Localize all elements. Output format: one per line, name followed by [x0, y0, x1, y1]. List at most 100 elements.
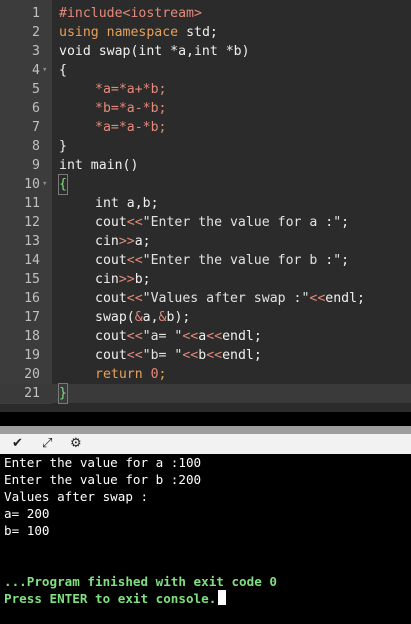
expand-icon[interactable]: ⤢ [42, 436, 52, 451]
line-number: 16 [24, 291, 40, 306]
string-literal: "Values after swap :" [142, 291, 310, 306]
line-number: 8 [32, 139, 40, 154]
code-line-10: 10 ▾ { [0, 174, 411, 195]
fold-toggle-icon[interactable]: ▾ [42, 175, 47, 194]
code-text: cin [95, 234, 119, 249]
console-line: Enter the value for a :100 [4, 455, 202, 470]
preprocessor-directive: #include [59, 6, 123, 21]
line-number: 20 [24, 367, 40, 382]
line-number: 21 [24, 386, 40, 401]
code-line-11: 11 int a,b; [0, 194, 411, 213]
code-text: { [59, 63, 67, 78]
code-text: std; [178, 25, 218, 40]
code-text: b [198, 348, 207, 363]
code-text: ; [158, 367, 167, 382]
keyword-using: using [59, 25, 99, 40]
code-text: *a=*a-*b; [95, 120, 167, 135]
code-text: cout [95, 215, 127, 230]
keyword-return: return [95, 367, 143, 382]
operator: << [309, 291, 326, 306]
exit-status-line: ...Program finished with exit code 0 [4, 574, 277, 589]
line-number: 11 [24, 196, 40, 211]
code-line-1: 1 #include<iostream> [0, 4, 411, 23]
operator: << [126, 329, 143, 344]
code-line-4: 4 ▾ { [0, 61, 411, 80]
code-editor[interactable]: 1 #include<iostream> 2 using namespace std… [0, 0, 411, 412]
operator: << [126, 215, 143, 230]
code-line-7: 7 *a=*a-*b; [0, 118, 411, 137]
code-text: endl; [222, 329, 262, 344]
code-line-12: 12 cout<<"Enter the value for a :"; [0, 213, 411, 232]
debug-icon[interactable]: ⚙ [70, 436, 82, 451]
code-line-6: 6 *b=*a-*b; [0, 99, 411, 118]
operator: << [126, 291, 143, 306]
code-text: cout [95, 348, 127, 363]
code-text: *b=*a-*b; [95, 101, 167, 116]
operator: << [126, 348, 143, 363]
code-text: ; [341, 253, 350, 268]
code-line-2: 2 using namespace std; [0, 23, 411, 42]
console-line: a= 200 [4, 506, 50, 521]
exit-prompt-text: Press ENTER to exit console. [4, 591, 217, 606]
number-literal: 0 [150, 367, 159, 382]
line-number: 12 [24, 215, 40, 230]
matched-brace: { [58, 174, 68, 195]
code-text: cout [95, 291, 127, 306]
code-text: a; [134, 234, 151, 249]
include-target: <iostream> [122, 6, 202, 21]
chevron-down-icon[interactable]: ✔ [12, 436, 23, 451]
line-number: 3 [32, 44, 40, 59]
line-number: 19 [24, 348, 40, 363]
line-number: 10 [24, 177, 40, 192]
code-line-19: 19 cout<<"b= "<<b<<endl; [0, 346, 411, 365]
operator: << [182, 348, 199, 363]
operator: << [206, 329, 223, 344]
operator: << [126, 253, 143, 268]
code-line-5: 5 *a=*a+*b; [0, 80, 411, 99]
string-literal: "b= " [142, 348, 183, 363]
code-line-8: 8} [0, 137, 411, 156]
line-number: 17 [24, 310, 40, 325]
exit-prompt-line: Press ENTER to exit console. [4, 590, 227, 607]
fold-toggle-icon[interactable]: ▾ [42, 61, 47, 80]
code-text: cin [95, 272, 119, 287]
string-literal: "Enter the value for b :" [142, 253, 342, 268]
line-number: 1 [32, 6, 40, 21]
line-number: 4 [32, 63, 40, 78]
line-number: 6 [32, 101, 40, 116]
code-text: endl; [222, 348, 262, 363]
code-line-21: 21} [0, 383, 411, 404]
line-number: 18 [24, 329, 40, 344]
operator: >> [118, 234, 135, 249]
code-text: cout [95, 253, 127, 268]
text-cursor [218, 590, 227, 605]
code-line-13: 13 cin>>a; [0, 232, 411, 251]
code-text: *a=*a+*b; [95, 82, 167, 97]
code-line-17: 17 swap(&a,&b); [0, 308, 411, 327]
code-text: } [59, 139, 67, 154]
output-console[interactable]: Enter the value for a :100 Enter the val… [0, 454, 411, 624]
line-number: 14 [24, 253, 40, 268]
operator: & [134, 310, 143, 325]
code-text: b; [134, 272, 151, 287]
matched-brace: } [58, 383, 68, 404]
code-text: swap( [95, 310, 135, 325]
code-text: b); [166, 310, 191, 325]
code-text: int a,b; [95, 196, 159, 211]
console-toolbar: ✔ ⤢ ⚙ [0, 434, 411, 454]
operator: << [206, 348, 223, 363]
code-line-15: 15 cin>>b; [0, 270, 411, 289]
code-line-9: 9 int main() [0, 156, 411, 175]
code-area[interactable]: 1 #include<iostream> 2 using namespace std… [0, 4, 411, 404]
code-line-3: 3 void swap(int *a,int *b) [0, 42, 411, 61]
code-text: int main() [59, 158, 139, 173]
code-text: a [198, 329, 207, 344]
line-number: 5 [32, 82, 40, 97]
panel-resize-handle[interactable] [0, 426, 411, 434]
code-text: endl; [325, 291, 365, 306]
line-number: 15 [24, 272, 40, 287]
line-number: 2 [32, 25, 40, 40]
string-literal: "a= " [142, 329, 183, 344]
operator: & [158, 310, 167, 325]
operator: << [182, 329, 199, 344]
